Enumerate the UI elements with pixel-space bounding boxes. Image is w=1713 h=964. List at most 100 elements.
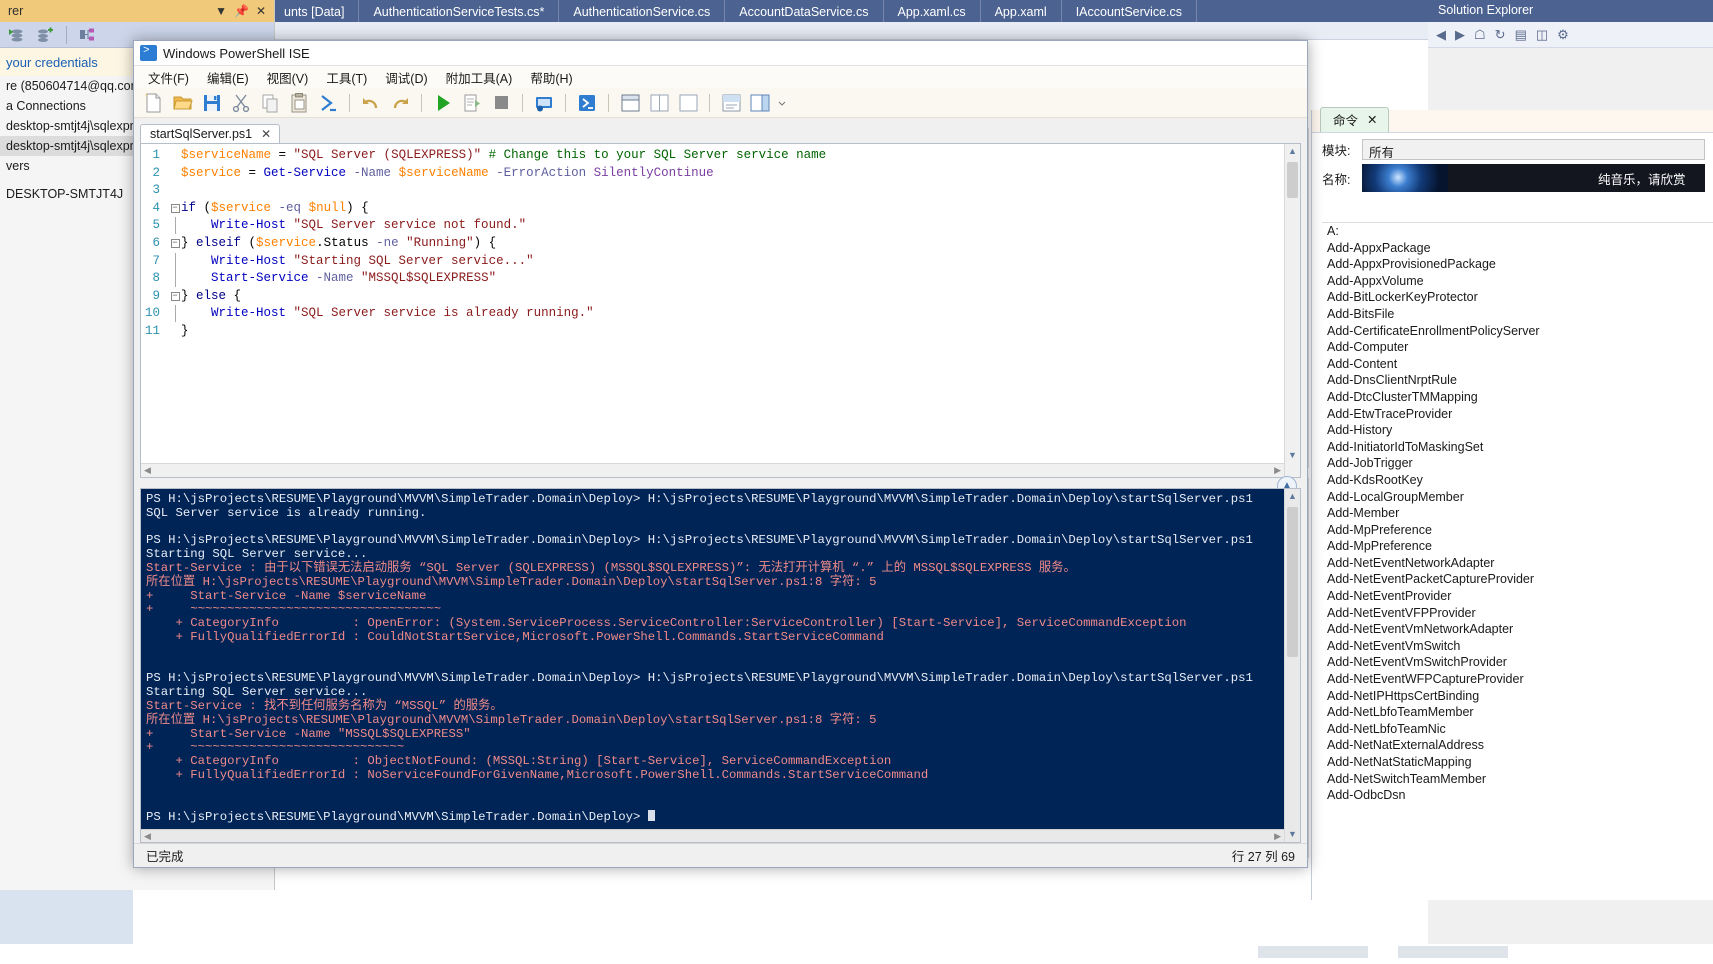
code-line[interactable]: 1 $serviceName = "SQL Server (SQLEXPRESS)… bbox=[141, 147, 1284, 165]
vs-tab-0[interactable]: unts [Data] bbox=[270, 0, 360, 22]
menu-edit[interactable]: 编辑(E) bbox=[199, 66, 257, 89]
console-prompt-line[interactable]: PS H:\jsProjects\RESUME\Playground\MVVM\… bbox=[146, 810, 1282, 825]
close-icon[interactable]: ✕ bbox=[261, 127, 271, 141]
solution-explorer-toolbar[interactable]: ◀ ▶ ☖ ↻ ▤ ◫ ⚙ bbox=[1428, 22, 1713, 48]
vs-tab-6[interactable]: IAccountService.cs bbox=[1062, 0, 1197, 22]
redo-icon[interactable] bbox=[387, 91, 413, 115]
command-list-item[interactable]: Add-EtwTraceProvider bbox=[1322, 406, 1713, 423]
editor-horizontal-scrollbar[interactable]: ◀ ▶ bbox=[141, 463, 1284, 477]
commands-list[interactable]: A: Add-AppxPackage Add-AppxProvisionedPack… bbox=[1322, 222, 1713, 900]
new-file-icon[interactable] bbox=[141, 91, 167, 115]
code-line[interactable]: 5 Write-Host "SQL Server service not fou… bbox=[141, 217, 1284, 235]
command-list-item[interactable]: Add-NetEventVFPProvider bbox=[1322, 605, 1713, 622]
add-sql-server-icon[interactable] bbox=[8, 27, 25, 43]
new-remote-tab-icon[interactable] bbox=[531, 91, 557, 115]
command-list-item[interactable]: Add-NetEventVmSwitch bbox=[1322, 638, 1713, 655]
home-icon[interactable]: ☖ bbox=[1474, 27, 1486, 43]
cut-icon[interactable] bbox=[228, 91, 254, 115]
command-list-item[interactable]: Add-AppxVolume bbox=[1322, 273, 1713, 290]
command-list-item[interactable]: Add-AppxProvisionedPackage bbox=[1322, 256, 1713, 273]
module-select[interactable]: 所有 bbox=[1362, 139, 1705, 160]
command-list-item[interactable]: Add-NetLbfoTeamMember bbox=[1322, 704, 1713, 721]
code-line[interactable]: 2 $service = Get-Service -Name $serviceNa… bbox=[141, 165, 1284, 183]
command-list-item[interactable]: Add-KdsRootKey bbox=[1322, 472, 1713, 489]
scroll-up-arrow-icon[interactable]: ▲ bbox=[1285, 144, 1300, 159]
command-list-item[interactable]: Add-OdbcDsn bbox=[1322, 787, 1713, 804]
code-line[interactable]: 11} bbox=[141, 323, 1284, 341]
code-line[interactable]: 4− if ($service -eq $null) { bbox=[141, 200, 1284, 218]
command-list-item[interactable]: Add-NetIPHttpsCertBinding bbox=[1322, 688, 1713, 705]
command-list-item[interactable]: Add-Content bbox=[1322, 356, 1713, 373]
show-command-addon-icon[interactable] bbox=[747, 91, 773, 115]
back-icon[interactable]: ◀ bbox=[1436, 27, 1446, 43]
vs-tab-2[interactable]: AuthenticationService.cs bbox=[559, 0, 726, 22]
command-list-item[interactable]: Add-MpPreference bbox=[1322, 522, 1713, 539]
scroll-left-arrow-icon[interactable]: ◀ bbox=[144, 465, 151, 476]
show-all-files-icon[interactable]: ◫ bbox=[1536, 27, 1548, 43]
script-editor[interactable]: 1 $serviceName = "SQL Server (SQLEXPRESS)… bbox=[140, 143, 1301, 478]
menu-view[interactable]: 视图(V) bbox=[259, 66, 317, 89]
code-line[interactable]: 7 Write-Host "Starting SQL Server servic… bbox=[141, 252, 1284, 271]
new-powershell-tab-icon[interactable] bbox=[574, 91, 600, 115]
command-list-item[interactable]: Add-NetLbfoTeamNic bbox=[1322, 721, 1713, 738]
refresh-icon[interactable]: ↻ bbox=[1495, 27, 1506, 43]
paste-icon[interactable] bbox=[286, 91, 312, 115]
copy-icon[interactable] bbox=[257, 91, 283, 115]
layout-maximize-icon[interactable] bbox=[675, 91, 701, 115]
code-line[interactable]: 9−} else { bbox=[141, 288, 1284, 306]
name-input-with-ad-overlay[interactable]: 纯音乐，请欣赏 bbox=[1362, 164, 1705, 192]
layout-stacked-icon[interactable] bbox=[617, 91, 643, 115]
properties-icon[interactable]: ⚙ bbox=[1557, 27, 1569, 43]
command-list-item[interactable]: Add-NetEventVmNetworkAdapter bbox=[1322, 621, 1713, 638]
menu-addons[interactable]: 附加工具(A) bbox=[438, 66, 521, 89]
command-list-item[interactable]: Add-AppxPackage bbox=[1322, 240, 1713, 257]
vs-tab-1[interactable]: AuthenticationServiceTests.cs* bbox=[359, 0, 560, 22]
command-list-item[interactable]: Add-NetEventVmSwitchProvider bbox=[1322, 654, 1713, 671]
command-list-item[interactable]: Add-History bbox=[1322, 422, 1713, 439]
fold-collapse-icon[interactable]: − bbox=[169, 235, 181, 253]
run-script-icon[interactable] bbox=[430, 91, 456, 115]
open-file-icon[interactable] bbox=[170, 91, 196, 115]
run-selection-icon[interactable] bbox=[459, 91, 485, 115]
scroll-down-arrow-icon[interactable]: ▼ bbox=[1285, 827, 1300, 842]
add-database-icon[interactable] bbox=[37, 26, 54, 43]
module-filter-row[interactable]: 模块: 所有 bbox=[1312, 133, 1713, 162]
command-list-item[interactable]: Add-NetSwitchTeamMember bbox=[1322, 771, 1713, 788]
command-list-item[interactable]: Add-BitsFile bbox=[1322, 306, 1713, 323]
code-line[interactable]: 6−} elseif ($service.Status -ne "Running… bbox=[141, 235, 1284, 253]
code-line[interactable]: 8 Start-Service -Name "MSSQL$SQLEXPRESS" bbox=[141, 270, 1284, 288]
scrollbar-thumb[interactable] bbox=[1287, 507, 1298, 657]
console-vertical-scrollbar[interactable]: ▲ ▼ bbox=[1284, 489, 1300, 842]
command-list-item[interactable]: Add-JobTrigger bbox=[1322, 455, 1713, 472]
command-list-item[interactable]: Add-DnsClientNrptRule bbox=[1322, 372, 1713, 389]
code-text[interactable]: 1 $serviceName = "SQL Server (SQLEXPRESS)… bbox=[141, 147, 1284, 463]
command-list-item[interactable]: Add-BitLockerKeyProtector bbox=[1322, 289, 1713, 306]
close-icon[interactable]: ✕ bbox=[256, 4, 266, 18]
command-list-item[interactable]: Add-NetNatExternalAddress bbox=[1322, 737, 1713, 754]
command-list-item[interactable]: Add-NetEventPacketCaptureProvider bbox=[1322, 571, 1713, 588]
code-line[interactable]: 3 bbox=[141, 182, 1284, 200]
scroll-down-arrow-icon[interactable]: ▼ bbox=[1285, 448, 1300, 463]
chevron-down-icon[interactable]: ▼ bbox=[215, 4, 227, 18]
menu-debug[interactable]: 调试(D) bbox=[377, 66, 435, 89]
command-list-item[interactable]: Add-CertificateEnrollmentPolicyServer bbox=[1322, 323, 1713, 340]
ise-menubar[interactable]: 文件(F) 编辑(E) 视图(V) 工具(T) 调试(D) 附加工具(A) 帮助… bbox=[134, 66, 1307, 88]
vs-tab-3[interactable]: AccountDataService.cs bbox=[725, 0, 884, 22]
stop-icon[interactable] bbox=[488, 91, 514, 115]
scroll-up-arrow-icon[interactable]: ▲ bbox=[1285, 489, 1300, 504]
menu-help[interactable]: 帮助(H) bbox=[522, 66, 580, 89]
editor-vertical-scrollbar[interactable]: ▲ ▼ bbox=[1284, 144, 1300, 477]
command-list-item[interactable]: A: bbox=[1322, 223, 1713, 240]
layout-side-by-side-icon[interactable] bbox=[646, 91, 672, 115]
ise-toolbar[interactable] bbox=[134, 88, 1307, 118]
command-list-item[interactable]: Add-MpPreference bbox=[1322, 538, 1713, 555]
tab-commands[interactable]: 命令 ✕ bbox=[1320, 107, 1389, 132]
menu-file[interactable]: 文件(F) bbox=[140, 66, 197, 89]
undo-icon[interactable] bbox=[358, 91, 384, 115]
console-pane[interactable]: PS H:\jsProjects\RESUME\Playground\MVVM\… bbox=[140, 488, 1301, 843]
menu-tools[interactable]: 工具(T) bbox=[318, 66, 375, 89]
show-script-pane-icon[interactable] bbox=[718, 91, 744, 115]
console-horizontal-scrollbar[interactable]: ◀ ▶ bbox=[141, 829, 1284, 842]
console-output[interactable]: PS H:\jsProjects\RESUME\Playground\MVVM\… bbox=[146, 492, 1282, 840]
object-hierarchy-icon[interactable] bbox=[79, 27, 96, 43]
